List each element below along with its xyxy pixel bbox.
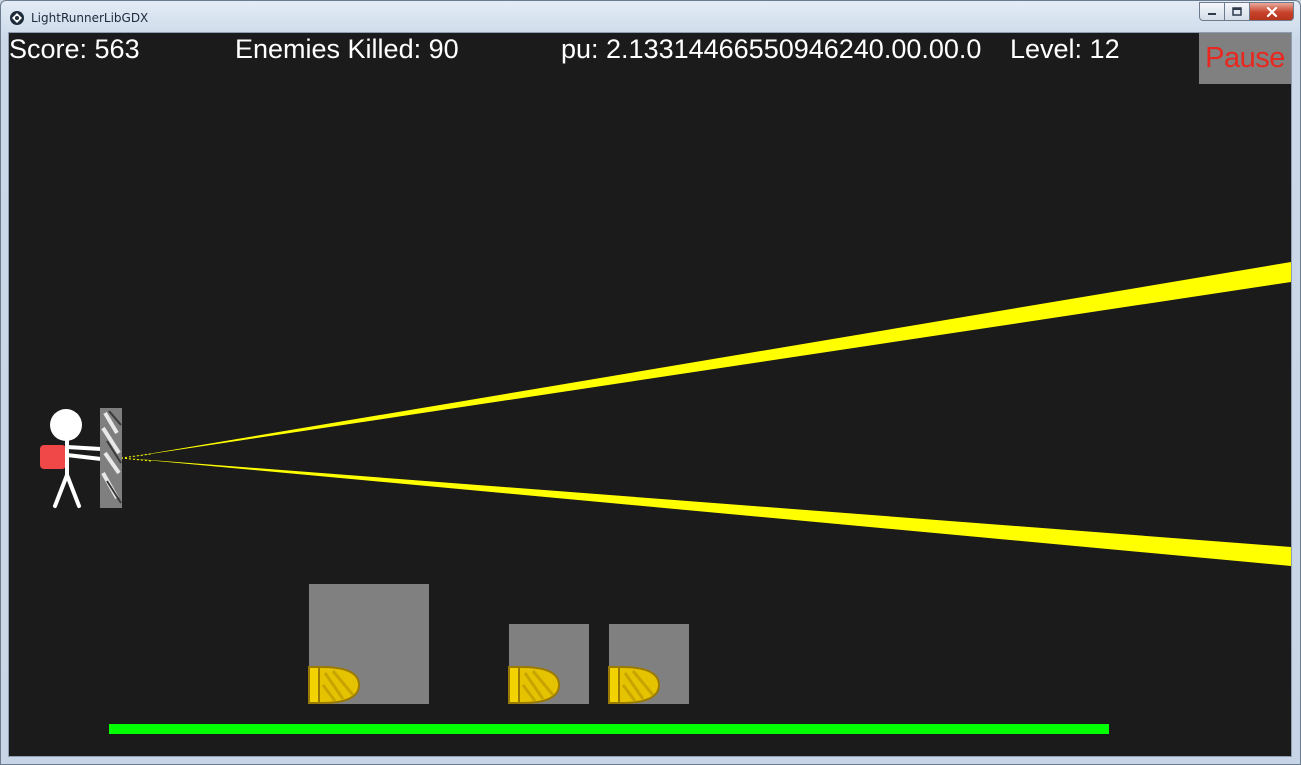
coins	[308, 666, 661, 704]
game-canvas[interactable]: Score: 563 Enemies Killed: 90 pu: 2.1331…	[8, 32, 1292, 757]
pause-button[interactable]: Pause	[1199, 33, 1291, 84]
minimize-icon	[1208, 12, 1216, 15]
maximize-icon	[1232, 6, 1242, 16]
close-button[interactable]	[1250, 2, 1294, 21]
powerup-display: pu: 2.13314466550946240.00.00.0	[561, 34, 982, 64]
enemies-killed-display: Enemies Killed: 90	[235, 34, 459, 64]
score-display: Score: 563	[9, 34, 140, 64]
title-bar[interactable]: LightRunnerLibGDX	[1, 1, 1300, 33]
window-title: LightRunnerLibGDX	[31, 11, 149, 25]
coin-icon	[508, 666, 561, 704]
coin-icon	[608, 666, 661, 704]
app-window: LightRunnerLibGDX Score: 563 Enemies Kil…	[0, 0, 1301, 765]
app-icon	[10, 11, 24, 25]
window-controls	[1199, 2, 1294, 22]
level-display: Level: 12	[1010, 34, 1120, 64]
close-icon	[1266, 6, 1277, 17]
maximize-button[interactable]	[1225, 2, 1250, 21]
coin-icon	[308, 666, 361, 704]
health-bar	[109, 724, 1109, 734]
minimize-button[interactable]	[1199, 2, 1225, 21]
